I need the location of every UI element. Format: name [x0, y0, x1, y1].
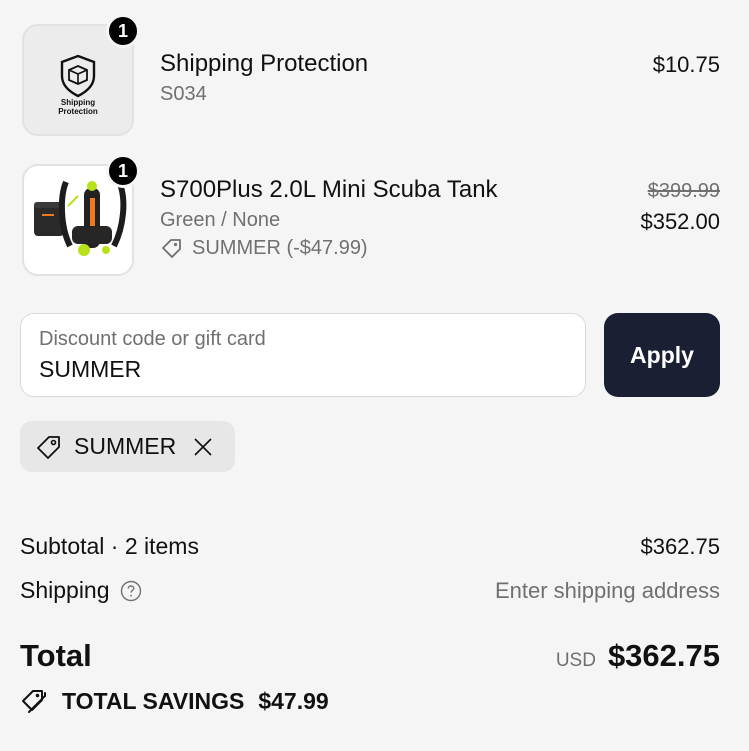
item-original-price: $399.99	[647, 180, 720, 202]
tag-icon	[162, 239, 181, 258]
tag-icon	[37, 435, 60, 459]
discount-text: SUMMER (-$47.99)	[192, 236, 368, 259]
shipping-row: Shipping Enter shipping address	[20, 577, 720, 604]
discount-field[interactable]: Discount code or gift card	[20, 313, 586, 397]
currency-code: USD	[555, 650, 596, 671]
quantity-badge: 1	[106, 14, 140, 48]
remove-discount-button[interactable]	[192, 436, 214, 458]
line-item-shipping-protection: Shipping Protection 1 Shipping Protectio…	[22, 14, 720, 136]
help-icon[interactable]	[120, 580, 142, 602]
item-sku: S034	[160, 83, 207, 105]
total-amount-group: USD $362.75	[556, 638, 720, 674]
subtotal-label: Subtotal · 2 items	[20, 533, 199, 559]
discount-input[interactable]	[39, 356, 559, 383]
tags-icon	[22, 690, 46, 713]
total-savings-label: TOTAL SAVINGS	[62, 687, 245, 714]
applied-discount-chip: SUMMER	[20, 421, 235, 472]
item-title: Shipping Protection	[160, 50, 369, 77]
item-price: $352.00	[640, 209, 720, 234]
shipping-value: Enter shipping address	[494, 577, 720, 603]
item-variant: Green / None	[160, 209, 281, 231]
total-savings: TOTAL SAVINGS $47.99	[20, 686, 329, 716]
total-row: Total USD $362.75	[20, 638, 720, 674]
item-price: $10.75	[652, 52, 720, 77]
applied-code: SUMMER	[74, 433, 177, 459]
close-icon[interactable]	[192, 436, 214, 458]
discount-field-label: Discount code or gift card	[39, 328, 266, 350]
line-item-scuba-tank: 1 S700Plus 2.0L Mini Scuba Tank Green / …	[22, 154, 720, 276]
apply-button[interactable]: Apply	[604, 313, 720, 397]
total-label: Total	[20, 638, 92, 673]
item-discount: SUMMER (-$47.99)	[160, 236, 368, 260]
total-savings-amount: $47.99	[258, 687, 329, 714]
subtotal-row: Subtotal · 2 items $362.75	[20, 533, 720, 560]
shipping-protection-caption: Shipping Protection	[58, 98, 98, 116]
subtotal-value: $362.75	[640, 533, 720, 559]
quantity-badge: 1	[106, 154, 140, 188]
shipping-label-group: Shipping	[20, 577, 142, 604]
total-amount: $362.75	[607, 638, 720, 673]
item-title: S700Plus 2.0L Mini Scuba Tank	[160, 176, 498, 203]
shipping-label: Shipping	[20, 577, 110, 603]
